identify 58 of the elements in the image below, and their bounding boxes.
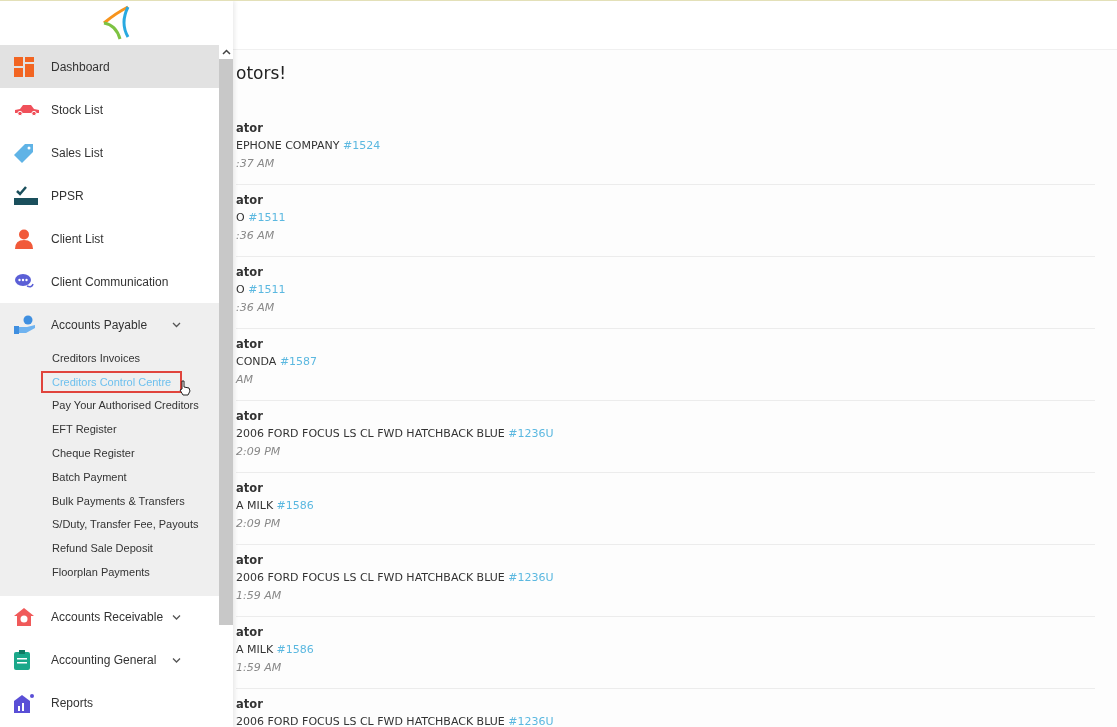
submenu-item[interactable]: Bulk Payments & Transfers [41, 489, 196, 512]
entry-subject: 2006 FORD FOCUS LS CL FWD HATCHBACK BLUE [236, 571, 505, 584]
submenu-item[interactable]: S/Duty, Transfer Fee, Payouts [41, 513, 210, 536]
menu-item[interactable]: Dashboard [0, 45, 219, 88]
author-name: ator [236, 480, 264, 497]
menu-item[interactable]: Stock List [0, 88, 219, 131]
menu-item[interactable]: Accounting General [0, 638, 219, 682]
entry-time: 1:59 AM [236, 588, 283, 604]
ppsr-icon [14, 185, 38, 206]
submenu-item[interactable]: Refund Sale Deposit [41, 537, 164, 560]
author-name: ator [236, 192, 264, 209]
author-name: ator [236, 552, 264, 569]
entry-subject: O [236, 283, 245, 296]
car-icon [14, 103, 40, 116]
submenu-item[interactable]: Floorplan Payments [41, 561, 161, 584]
menu-item[interactable]: Client List [0, 217, 219, 260]
entry-subject: CONDA [236, 355, 277, 368]
welcome-heading: otors! [236, 63, 288, 83]
dashboard-icon [14, 56, 34, 77]
money-hand-icon [14, 314, 36, 335]
submenu-item[interactable]: Cheque Register [41, 442, 146, 465]
menu-item[interactable]: Reports [0, 681, 219, 725]
hand-pointer-icon [179, 379, 192, 396]
submenu-item[interactable]: Batch Payment [41, 465, 138, 488]
menu-item[interactable]: Sales List [0, 131, 219, 174]
menu-item[interactable]: Accounts Payable [0, 303, 219, 346]
house-icon [14, 608, 34, 627]
entry-time: 2:09 PM [236, 444, 282, 460]
author-name: ator [236, 696, 264, 713]
person-icon [14, 228, 34, 249]
submenu-item[interactable]: Pay Your Authorised Creditors [41, 394, 210, 417]
entry-time: 2:09 PM [236, 516, 282, 532]
entry-subject: 2006 FORD FOCUS LS CL FWD HATCHBACK BLUE [236, 427, 505, 440]
logo-icon [101, 5, 132, 41]
clipboard-icon [14, 650, 30, 671]
entry-subject: A MILK [236, 643, 274, 656]
entry-subject: A MILK [236, 499, 274, 512]
entry-subject: EPHONE COMPANY [236, 139, 340, 152]
entry-time: :36 AM [236, 300, 276, 316]
author-name: ator [236, 408, 264, 425]
entry-time: AM [236, 372, 254, 388]
author-name: ator [236, 336, 264, 353]
author-name: ator [236, 264, 264, 281]
submenu-item[interactable]: EFT Register [41, 418, 128, 441]
entry-time: :36 AM [236, 228, 276, 244]
author-name: ator [236, 120, 264, 137]
entry-subject: 2006 FORD FOCUS LS CL FWD HATCHBACK BLUE [236, 715, 505, 727]
scroll-up-icon[interactable] [221, 49, 231, 55]
menu-item[interactable]: Accounts Receivable [0, 595, 219, 639]
submenu-item[interactable]: Creditors Invoices [41, 346, 152, 369]
entry-time: :37 AM [236, 156, 276, 172]
menu-item[interactable]: PPSR [0, 174, 219, 217]
tag-icon [14, 142, 34, 163]
menu-item[interactable]: Client Communication [0, 260, 219, 303]
author-name: ator [236, 624, 264, 641]
report-chart-icon [14, 693, 34, 714]
entry-subject: O [236, 211, 245, 224]
entry-time: 1:59 AM [236, 660, 283, 676]
